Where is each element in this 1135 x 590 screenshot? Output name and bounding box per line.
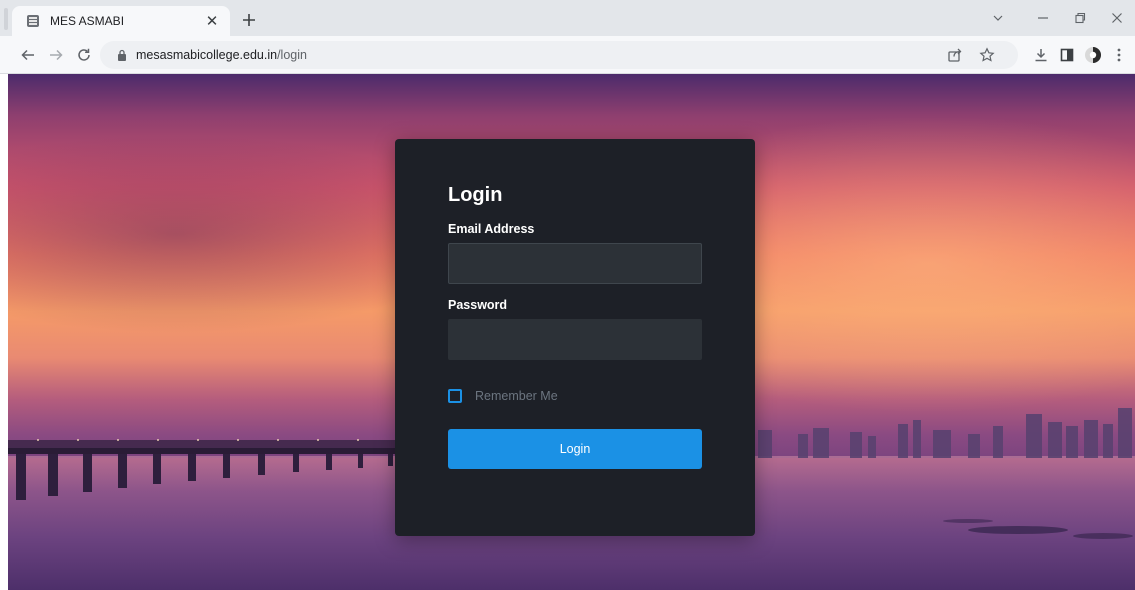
tab-search-chevron-icon[interactable]	[985, 6, 1011, 30]
bookmark-star-icon[interactable]	[976, 41, 998, 69]
restore-icon[interactable]	[1067, 6, 1093, 30]
profile-avatar-icon[interactable]	[1082, 45, 1104, 65]
address-bar[interactable]: mesasmabicollege.edu.in/login	[100, 41, 1018, 69]
password-field[interactable]	[448, 319, 702, 360]
download-icon[interactable]	[1030, 45, 1052, 65]
browser-toolbar: mesasmabicollege.edu.in/login	[0, 36, 1135, 74]
tab-title: MES ASMABI	[50, 14, 125, 28]
close-window-icon[interactable]	[1104, 6, 1130, 30]
page-background: Login Email Address Password Remember Me…	[8, 74, 1135, 590]
side-panel-icon[interactable]	[1056, 45, 1078, 65]
url-path: /login	[277, 48, 307, 62]
close-tab-icon[interactable]: ✕	[202, 11, 222, 31]
remember-me-label[interactable]: Remember Me	[475, 389, 558, 403]
remember-me-checkbox[interactable]	[448, 389, 462, 403]
reload-icon[interactable]	[74, 45, 94, 65]
email-field[interactable]	[448, 243, 702, 284]
url-text: mesasmabicollege.edu.in/login	[136, 48, 307, 62]
college-crest-icon	[26, 14, 40, 28]
remember-me-row[interactable]: Remember Me	[448, 389, 558, 403]
tab-strip-edge	[4, 8, 8, 30]
minimize-icon[interactable]	[1030, 6, 1056, 30]
more-menu-icon[interactable]	[1108, 45, 1130, 65]
lock-icon[interactable]	[116, 48, 128, 62]
login-card: Login Email Address Password Remember Me…	[395, 139, 755, 536]
new-tab-icon[interactable]	[238, 9, 260, 31]
browser-tab[interactable]: MES ASMABI ✕	[12, 6, 230, 36]
login-title: Login	[448, 184, 503, 206]
back-arrow-icon[interactable]	[18, 45, 38, 65]
tab-strip: MES ASMABI ✕	[0, 0, 1135, 36]
login-button[interactable]: Login	[448, 429, 702, 469]
password-label: Password	[448, 298, 508, 312]
email-label: Email Address	[448, 222, 535, 236]
forward-arrow-icon[interactable]	[46, 45, 66, 65]
share-icon[interactable]	[944, 41, 966, 69]
url-domain: mesasmabicollege.edu.in	[136, 48, 278, 62]
